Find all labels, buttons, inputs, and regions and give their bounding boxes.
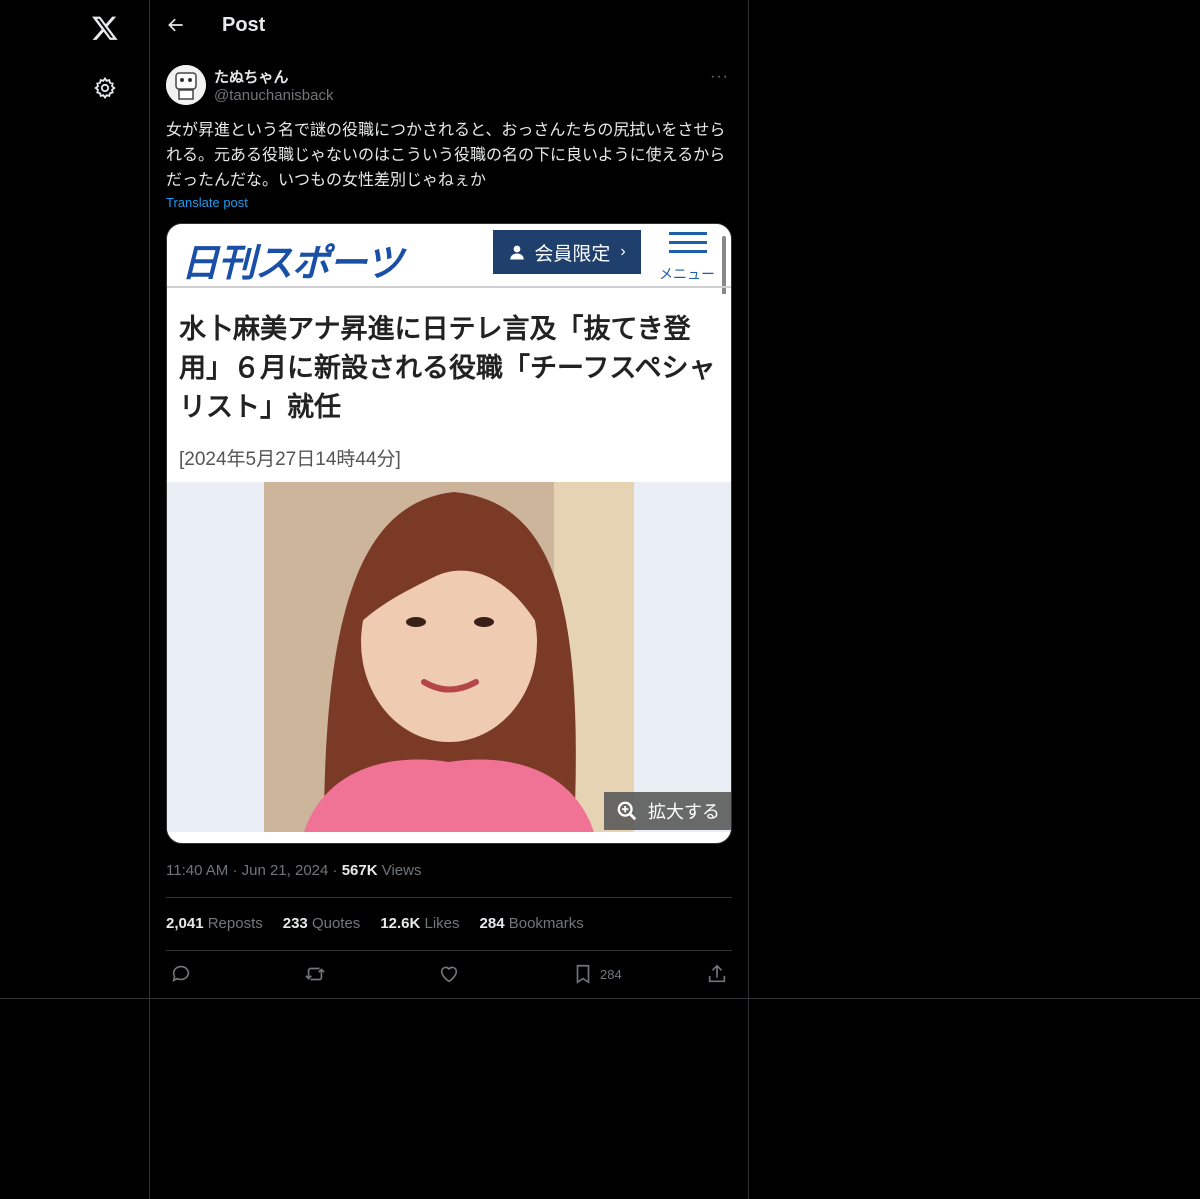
reply-icon bbox=[172, 965, 190, 982]
zoom-in-icon bbox=[617, 801, 637, 821]
likes-stat[interactable]: 12.6K Likes bbox=[380, 915, 459, 932]
views-label: Views bbox=[377, 862, 422, 879]
page-title: Post bbox=[222, 14, 266, 36]
bookmark-button[interactable]: 284 bbox=[572, 960, 622, 988]
post-meta: 11:40 AM · Jun 21, 2024 · 567K Views bbox=[166, 862, 422, 879]
media-headline: 水卜麻美アナ昇進に日テレ言及「抜てき登用」６月に新設される役職「チーフスペシャリ… bbox=[179, 314, 716, 422]
bookmarks-stat[interactable]: 284 Bookmarks bbox=[480, 915, 584, 932]
media-member-badge: 会員限定 › bbox=[493, 230, 641, 274]
media-zoom-label: 拡大する bbox=[648, 802, 720, 822]
repost-button[interactable] bbox=[303, 960, 327, 988]
post-stats: 2,041 Reposts 233 Quotes 12.6K Likes 284… bbox=[166, 915, 584, 932]
reposts-stat[interactable]: 2,041 Reposts bbox=[166, 915, 263, 932]
person-icon bbox=[510, 245, 525, 260]
post-date[interactable]: Jun 21, 2024 bbox=[242, 862, 329, 879]
more-options-icon[interactable]: ··· bbox=[710, 68, 729, 86]
post-text: 女が昇進という名で謎の役職につかされると、おっさんたちの尻拭いをさせられる。元あ… bbox=[166, 122, 726, 189]
media-site-logo: 日刊スポーツ bbox=[181, 243, 403, 285]
author-handle[interactable]: @tanuchanisback bbox=[214, 87, 333, 104]
like-button[interactable] bbox=[438, 960, 460, 988]
quotes-stat[interactable]: 233 Quotes bbox=[283, 915, 361, 932]
media-separator bbox=[167, 286, 731, 288]
meta-divider bbox=[166, 897, 732, 898]
views-count: 567K bbox=[341, 862, 378, 879]
author-name[interactable]: たぬちゃん bbox=[214, 66, 289, 87]
left-column-divider bbox=[149, 0, 150, 1199]
reply-button[interactable] bbox=[170, 960, 192, 988]
share-icon bbox=[708, 964, 726, 983]
arrow-left-icon[interactable] bbox=[166, 15, 188, 37]
media-menu: メニュー bbox=[657, 230, 717, 282]
bookmark-count: 284 bbox=[600, 966, 622, 982]
media-site-header: 日刊スポーツ 会員限定 › メニュー bbox=[167, 224, 731, 296]
post-actions: 284 bbox=[166, 960, 732, 990]
translate-post-link[interactable]: Translate post bbox=[166, 195, 248, 210]
stats-divider bbox=[166, 950, 732, 951]
bookmark-icon bbox=[576, 964, 590, 984]
post-time[interactable]: 11:40 AM bbox=[166, 862, 228, 879]
share-button[interactable] bbox=[706, 960, 728, 988]
post-bottom-divider bbox=[0, 998, 1200, 999]
media-member-label: 会員限定 bbox=[534, 243, 611, 265]
heart-icon bbox=[440, 966, 458, 983]
right-column-divider bbox=[748, 0, 749, 1199]
media-date: [2024年5月27日14時44分] bbox=[179, 449, 401, 470]
post-header: Post bbox=[150, 0, 748, 54]
gear-icon[interactable] bbox=[85, 68, 125, 108]
media-portrait-photo bbox=[264, 482, 634, 832]
x-logo-icon[interactable] bbox=[85, 8, 125, 48]
media-menu-label: メニュー bbox=[659, 266, 715, 282]
repost-icon bbox=[305, 967, 325, 981]
media-zoom-badge: 拡大する bbox=[604, 792, 731, 830]
post-media-image[interactable]: 日刊スポーツ 会員限定 › メニュー 水卜麻美アナ昇進に日テレ言及「抜てき登用」… bbox=[166, 223, 732, 844]
avatar[interactable] bbox=[166, 65, 206, 105]
chevron-right-icon: › bbox=[620, 243, 626, 260]
